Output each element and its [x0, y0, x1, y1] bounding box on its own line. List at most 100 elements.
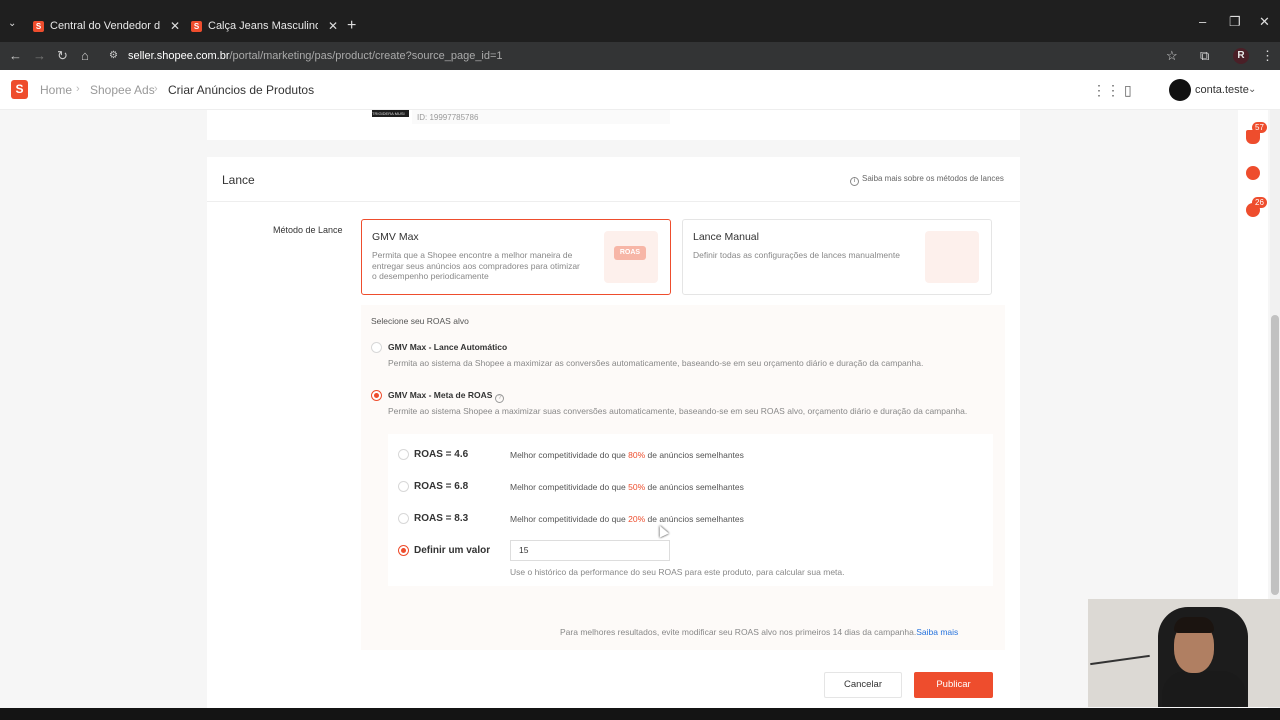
- bid-methods-help-link[interactable]: i Saiba mais sobre os métodos de lances: [850, 174, 1004, 186]
- app-header: S Home › Shopee Ads › Criar Anúncios de …: [0, 70, 1280, 110]
- comp-pre: Melhor competitividade do que: [510, 450, 629, 460]
- roas-goal-title-text: GMV Max - Meta de ROAS: [388, 390, 493, 400]
- cancel-button[interactable]: Cancelar: [824, 672, 902, 698]
- breadcrumb-shopee-ads[interactable]: Shopee Ads: [90, 83, 155, 97]
- radio-auto-bid[interactable]: [371, 342, 382, 353]
- roas-footer-note: Para melhores resultados, evite modifica…: [560, 627, 958, 637]
- comp-pre: Melhor competitividade do que: [510, 514, 629, 524]
- browser-profile-avatar[interactable]: R: [1233, 48, 1249, 64]
- url-host: seller.shopee.com.br: [128, 50, 230, 62]
- info-icon: i: [850, 177, 859, 186]
- address-bar: ← → ↻ ⌂ ⚙ seller.shopee.com.br/portal/ma…: [0, 42, 1280, 70]
- person-shirt: [1162, 671, 1246, 707]
- url-path: /portal/marketing/pas/product/create?sou…: [229, 50, 503, 62]
- tab-seller-center[interactable]: S Central do Vendedor da Shopee ✕: [33, 15, 180, 37]
- auto-bid-title[interactable]: GMV Max - Lance Automático: [388, 342, 507, 352]
- comp-pct: 80%: [628, 450, 646, 460]
- tab-title: Calça Jeans Masculino Skinny M: [208, 20, 318, 32]
- scrollbar-thumb[interactable]: [1271, 315, 1279, 595]
- help-question-icon[interactable]: ?: [495, 394, 505, 403]
- support-icon[interactable]: [1246, 166, 1260, 180]
- roas-level-label[interactable]: ROAS = 8.3: [414, 513, 468, 524]
- comp-pct: 20%: [628, 514, 646, 524]
- roas-value-input[interactable]: 15: [510, 540, 670, 561]
- notification-badge: 57: [1252, 122, 1267, 133]
- roas-illustration-icon: ROAS: [604, 231, 658, 283]
- chevron-right-icon: ›: [154, 83, 158, 95]
- bid-method-label: Método de Lance: [273, 225, 343, 235]
- option-title: GMV Max: [372, 231, 419, 243]
- footer-text: Para melhores resultados, evite modifica…: [560, 627, 917, 637]
- minimize-icon[interactable]: –: [1199, 14, 1206, 29]
- extensions-icon[interactable]: ⧉: [1200, 48, 1209, 64]
- roas-level-competitiveness: Melhor competitividade do que 50% de anú…: [510, 482, 744, 492]
- help-text: Saiba mais sobre os métodos de lances: [862, 174, 1004, 183]
- browser-menu-icon[interactable]: ⋮: [1261, 48, 1274, 64]
- shopee-favicon-icon: S: [191, 20, 202, 32]
- roas-panel-header: Selecione seu ROAS alvo: [371, 316, 469, 326]
- section-title: Lance: [222, 173, 255, 187]
- auto-bid-desc: Permita ao sistema da Shopee a maximizar…: [388, 358, 924, 368]
- radio-roas-level[interactable]: [398, 513, 409, 524]
- forward-icon[interactable]: →: [33, 48, 46, 63]
- publish-button[interactable]: Publicar: [914, 672, 993, 698]
- option-title: Lance Manual: [693, 231, 759, 243]
- radio-roas-level[interactable]: [398, 481, 409, 492]
- back-icon[interactable]: ←: [9, 48, 22, 63]
- radio-custom-value[interactable]: [398, 545, 409, 556]
- restore-icon[interactable]: ❐: [1229, 14, 1241, 30]
- comp-post: de anúncios semelhantes: [645, 514, 744, 524]
- roas-goal-title[interactable]: GMV Max - Meta de ROAS?: [388, 390, 505, 403]
- apps-grid-icon[interactable]: ⋮⋮: [1092, 82, 1120, 99]
- comp-post: de anúncios semelhantes: [645, 450, 744, 460]
- roas-goal-desc: Permite ao sistema Shopee a maximizar su…: [388, 406, 968, 416]
- close-tab-icon[interactable]: ✕: [170, 19, 180, 33]
- window-close-icon[interactable]: ✕: [1259, 14, 1270, 30]
- comp-pre: Melhor competitividade do que: [510, 482, 629, 492]
- gavel-illustration-icon: [925, 231, 979, 283]
- site-info-icon[interactable]: ⚙: [109, 50, 118, 61]
- roas-badge: ROAS: [614, 246, 646, 260]
- tab-product[interactable]: S Calça Jeans Masculino Skinny M ✕: [191, 15, 338, 37]
- comp-post: de anúncios semelhantes: [645, 482, 744, 492]
- option-lance-manual[interactable]: Lance Manual Definir todas as configuraç…: [682, 219, 992, 295]
- book-icon[interactable]: ▯: [1124, 82, 1132, 99]
- option-gmv-max[interactable]: GMV Max Permita que a Shopee encontre a …: [361, 219, 671, 295]
- roas-level-competitiveness: Melhor competitividade do que 20% de anú…: [510, 514, 744, 524]
- learn-more-link[interactable]: Saiba mais: [916, 627, 958, 637]
- option-description: Permita que a Shopee encontre a melhor m…: [372, 250, 580, 281]
- tab-list-icon[interactable]: ⌄: [8, 18, 16, 29]
- bottom-strip: [0, 708, 1280, 720]
- chevron-right-icon: ›: [76, 83, 80, 95]
- roas-hint: Use o histórico da performance do seu RO…: [510, 567, 845, 577]
- home-icon[interactable]: ⌂: [81, 48, 89, 63]
- webcam-overlay: [1088, 599, 1280, 707]
- tab-title: Central do Vendedor da Shopee: [50, 20, 160, 32]
- shopee-favicon-icon: S: [33, 20, 44, 32]
- browser-tabbar: ⌄ S Central do Vendedor da Shopee ✕ S Ca…: [0, 0, 1280, 42]
- radio-roas-goal[interactable]: [371, 390, 382, 401]
- new-tab-button[interactable]: +: [347, 17, 356, 35]
- option-description: Definir todas as configurações de lances…: [693, 250, 900, 260]
- roas-level-competitiveness: Melhor competitividade do que 80% de anú…: [510, 450, 744, 460]
- url-field[interactable]: seller.shopee.com.br/portal/marketing/pa…: [128, 47, 503, 65]
- shopee-logo[interactable]: S: [11, 80, 28, 99]
- reload-icon[interactable]: ↻: [57, 48, 68, 64]
- roas-level-label[interactable]: ROAS = 4.6: [414, 449, 468, 460]
- custom-value-label[interactable]: Definir um valor: [414, 545, 490, 556]
- divider: [207, 201, 1020, 202]
- product-id: ID: 19997785786: [417, 113, 479, 122]
- roas-level-label[interactable]: ROAS = 6.8: [414, 481, 468, 492]
- breadcrumb-home[interactable]: Home: [40, 83, 72, 97]
- user-name[interactable]: conta.teste: [1195, 84, 1249, 96]
- chat-badge: 26: [1252, 197, 1267, 208]
- person-hair: [1174, 617, 1214, 633]
- close-tab-icon[interactable]: ✕: [328, 19, 338, 33]
- radio-roas-level[interactable]: [398, 449, 409, 460]
- comp-pct: 50%: [628, 482, 646, 492]
- product-thumbnail-label: TRIGIDERA MUSI: [372, 111, 405, 116]
- breadcrumb-current: Criar Anúncios de Produtos: [168, 83, 315, 97]
- chevron-down-icon[interactable]: ⌄: [1248, 84, 1256, 95]
- user-avatar[interactable]: [1169, 79, 1191, 101]
- bookmark-star-icon[interactable]: ☆: [1166, 48, 1178, 64]
